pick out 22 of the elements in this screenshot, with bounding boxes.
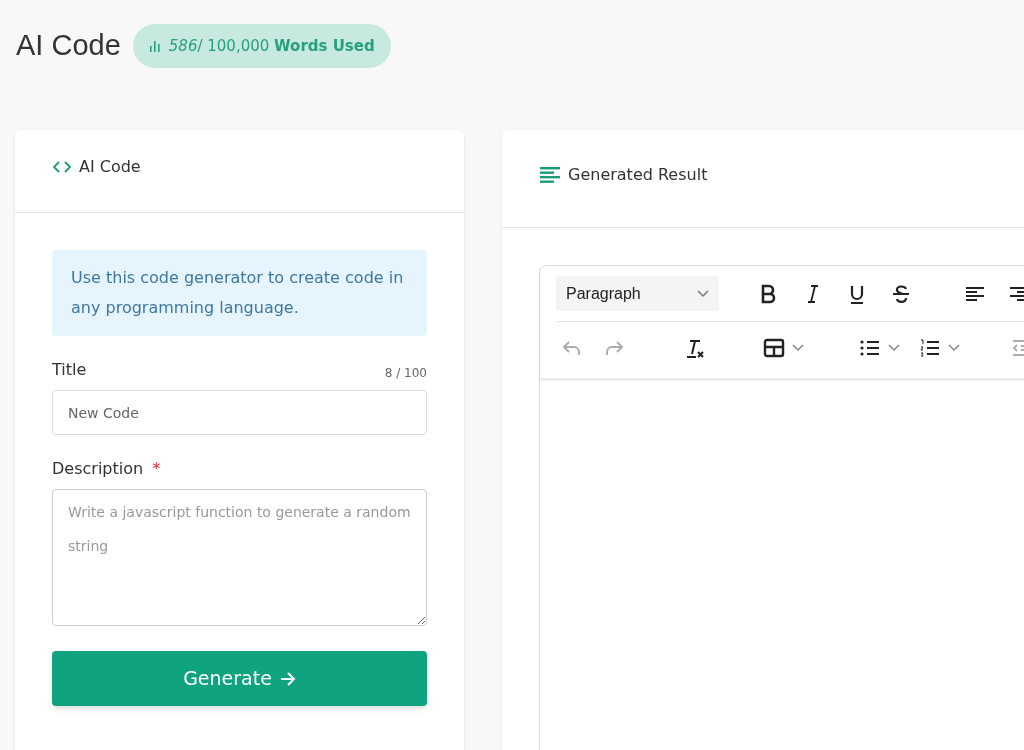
usage-text: 586/ 100,000 Words Used — [168, 35, 375, 57]
info-message: Use this code generator to create code in any programming language. — [52, 250, 427, 336]
field-label: Title — [52, 359, 87, 381]
code-icon — [53, 161, 71, 173]
arrow-right-icon — [279, 671, 296, 686]
generate-button[interactable]: Generate — [52, 651, 427, 706]
chevron-down-icon — [948, 344, 960, 352]
title-field[interactable]: New Code — [52, 390, 427, 435]
card-title: Generated Result — [568, 163, 708, 186]
character-counter: 8 / 100 — [384, 365, 427, 382]
bar-chart-icon — [148, 40, 161, 52]
chevron-down-icon — [792, 344, 804, 352]
table-icon — [762, 336, 786, 360]
block-format-select[interactable]: Paragraph — [556, 276, 719, 311]
chevron-down-icon — [888, 344, 900, 352]
description-field[interactable]: Write a javascript function to generate a random string — [52, 489, 427, 626]
text-lines-icon — [540, 166, 560, 183]
page-title: AI Code — [16, 28, 121, 64]
field-label: Description * — [52, 458, 161, 480]
chevron-down-icon — [697, 289, 709, 298]
card-title: AI Code — [79, 156, 141, 178]
numbered-list-icon — [918, 336, 942, 360]
